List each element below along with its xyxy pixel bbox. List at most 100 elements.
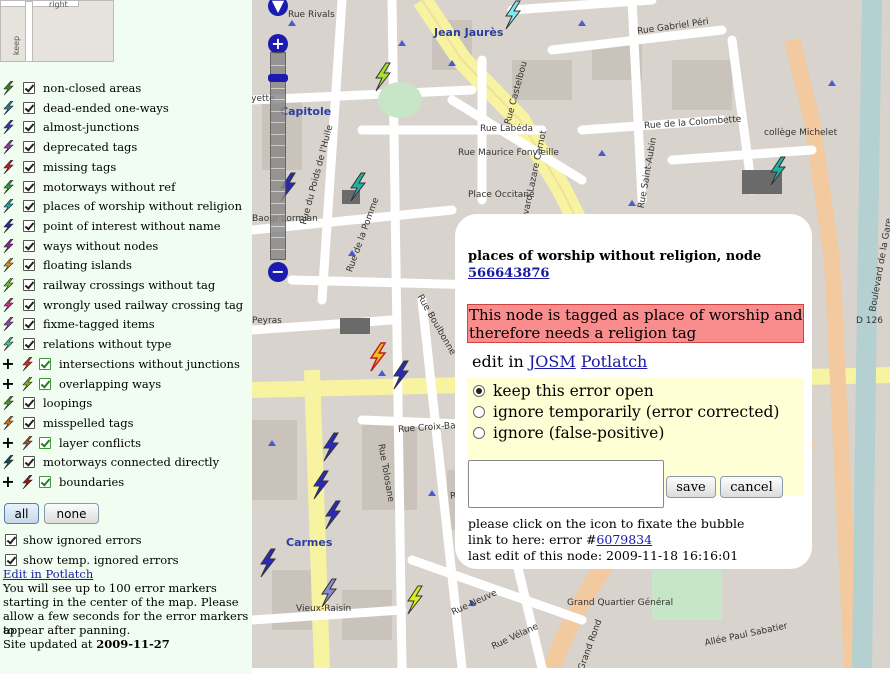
overview-minimap[interactable]: right keep (0, 0, 114, 62)
error-type-checkbox[interactable] (23, 160, 35, 173)
error-marker-icon[interactable] (367, 342, 389, 372)
error-marker-icon[interactable] (318, 578, 340, 608)
error-type-row[interactable]: non-closed areas (0, 78, 141, 98)
error-type-checkbox[interactable] (23, 101, 35, 114)
error-type-checkbox[interactable] (23, 180, 35, 193)
error-type-row[interactable]: wrongly used railway crossing tag (0, 295, 243, 315)
error-type-row[interactable]: motorways without ref (0, 177, 175, 197)
show-temp-ignored-label: show temp. ignored errors (23, 553, 179, 567)
error-type-row[interactable]: + intersections without junctions (0, 354, 240, 374)
error-type-checkbox[interactable] (23, 200, 35, 213)
radio-button[interactable] (473, 427, 485, 439)
error-type-row[interactable]: fixme-tagged items (0, 314, 155, 334)
permalink-prefix: link to here: error # (468, 532, 597, 547)
error-type-row[interactable]: motorways connected directly (0, 452, 219, 472)
error-type-row[interactable]: misspelled tags (0, 413, 133, 433)
error-id-link[interactable]: 6079834 (596, 532, 652, 547)
map-street-label: Grand Quartier Général (567, 598, 674, 608)
zoom-slider-handle[interactable] (268, 74, 288, 82)
error-marker-icon[interactable] (372, 62, 394, 92)
site-updated-date: 2009-11-27 (96, 637, 170, 651)
radio-keep-open[interactable]: keep this error open (473, 382, 654, 400)
error-type-checkbox[interactable] (23, 338, 35, 351)
radio-ignore-false-positive[interactable]: ignore (false-positive) (473, 424, 664, 442)
expand-plus-icon[interactable]: + (1, 355, 15, 371)
edit-in-label: edit in (472, 352, 524, 371)
error-type-label: floating islands (43, 258, 132, 273)
error-type-row[interactable]: dead-ended one-ways (0, 98, 169, 118)
error-type-row[interactable]: loopings (0, 393, 92, 413)
error-marker-icon[interactable] (767, 156, 789, 186)
save-button[interactable]: save (666, 476, 716, 498)
error-type-checkbox[interactable] (23, 121, 35, 134)
zoom-out-button[interactable]: − (268, 262, 288, 282)
select-all-button[interactable]: all (4, 503, 39, 524)
map-street-label: Rue Maurice Fonvieille (458, 148, 559, 158)
error-type-checkbox[interactable] (23, 219, 35, 232)
error-marker-icon[interactable] (257, 548, 279, 578)
expand-plus-icon[interactable]: + (1, 434, 15, 450)
error-type-row[interactable]: point of interest without name (0, 216, 221, 236)
error-type-checkbox[interactable] (23, 82, 35, 94)
error-type-row[interactable]: + layer conflicts (0, 433, 141, 453)
error-type-row[interactable]: floating islands (0, 255, 132, 275)
radio-button[interactable] (473, 406, 485, 418)
error-type-checkbox[interactable] (23, 456, 35, 469)
expand-plus-icon[interactable]: + (1, 474, 15, 490)
cancel-button[interactable]: cancel (720, 476, 783, 498)
error-type-checkbox[interactable] (23, 259, 35, 272)
error-marker-icon (2, 278, 15, 292)
radio-ignore-temporarily[interactable]: ignore temporarily (error corrected) (473, 403, 779, 421)
error-type-label: railway crossings without tag (43, 278, 216, 292)
expand-plus-icon[interactable]: + (1, 375, 15, 391)
error-type-checkbox[interactable] (23, 279, 35, 291)
error-marker-icon (2, 159, 15, 174)
error-type-checkbox[interactable] (39, 436, 51, 449)
error-marker-icon[interactable] (390, 360, 412, 390)
node-id-link[interactable]: 566643876 (468, 266, 549, 281)
error-marker-icon[interactable] (502, 0, 524, 30)
error-type-checkbox[interactable] (23, 239, 35, 252)
error-type-row[interactable]: missing tags (0, 157, 116, 177)
error-type-checkbox[interactable] (39, 476, 51, 488)
potlatch-link[interactable]: Potlatch (581, 352, 648, 371)
zoom-slider[interactable] (270, 52, 286, 260)
error-type-row[interactable]: ways without nodes (0, 236, 158, 256)
map-view[interactable]: Rue Rivals Jean Jaurès Capitole Boulevard L… (252, 0, 890, 668)
show-ignored-option[interactable]: show ignored errors (5, 530, 142, 550)
error-type-row[interactable]: almost-junctions (0, 117, 139, 137)
error-type-row[interactable]: + overlapping ways (0, 374, 161, 394)
error-type-checkbox[interactable] (39, 377, 51, 390)
select-none-button[interactable]: none (44, 503, 99, 524)
edit-in-potlatch-link[interactable]: Edit in Potlatch (3, 567, 93, 581)
error-type-checkbox[interactable] (23, 416, 35, 429)
error-marker-icon[interactable] (347, 172, 369, 202)
info-line: You will see up to 100 error markers (3, 581, 217, 595)
error-marker-icon[interactable] (310, 470, 332, 500)
show-ignored-checkbox[interactable] (5, 534, 17, 546)
error-type-checkbox[interactable] (23, 141, 35, 154)
error-marker-icon (2, 218, 15, 233)
show-temp-ignored-checkbox[interactable] (5, 554, 17, 566)
error-type-row[interactable]: + boundaries (0, 472, 124, 492)
error-type-checkbox[interactable] (23, 397, 35, 410)
last-edit-line: last edit of this node: 2009-11-18 16:16… (468, 548, 739, 563)
josm-link[interactable]: JOSM (529, 352, 576, 371)
permalink-line: link to here: error #6079834 (468, 532, 744, 548)
zoom-control[interactable]: ▼ + − (265, 0, 291, 282)
error-marker-icon (2, 199, 15, 214)
error-type-row[interactable]: railway crossings without tag (0, 275, 215, 295)
error-type-row[interactable]: places of worship without religion (0, 196, 242, 216)
error-type-row[interactable]: deprecated tags (0, 137, 137, 157)
error-type-checkbox[interactable] (23, 318, 35, 331)
error-type-checkbox[interactable] (23, 298, 35, 311)
pan-north-icon[interactable]: ▼ (268, 0, 288, 16)
error-type-row[interactable]: relations without type (0, 334, 171, 354)
error-type-checkbox[interactable] (39, 357, 51, 370)
error-marker-icon[interactable] (404, 585, 426, 615)
error-marker-icon[interactable] (322, 500, 344, 530)
zoom-in-button[interactable]: + (268, 34, 288, 54)
error-marker-icon[interactable] (320, 432, 342, 462)
comment-textarea[interactable] (468, 460, 664, 508)
radio-button[interactable] (473, 385, 485, 397)
